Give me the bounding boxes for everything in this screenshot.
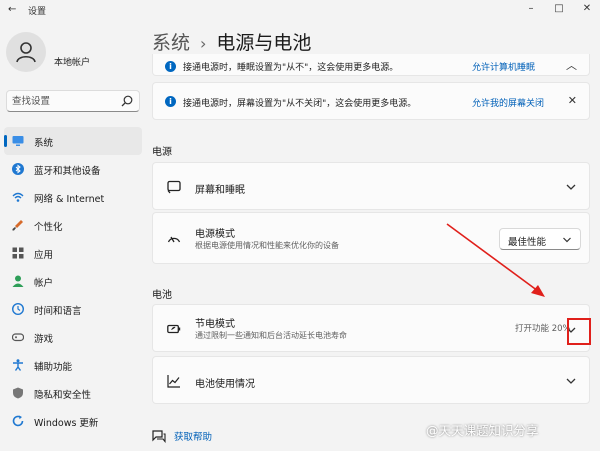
battery-saver-status: 打开功能 20% bbox=[515, 324, 571, 334]
breadcrumb-current: 电源与电池 bbox=[216, 32, 312, 54]
person-icon bbox=[16, 42, 36, 63]
sidebar-item-system[interactable]: 系统 bbox=[4, 127, 142, 155]
allow-sleep-link[interactable]: 允许计算机睡眠 bbox=[472, 60, 535, 73]
chevron-up-icon[interactable]: ︿ bbox=[566, 57, 577, 73]
search-input[interactable] bbox=[12, 94, 117, 108]
notice-text: 接通电源时，屏幕设置为"从不关闭"，这会使用更多电源。 bbox=[183, 99, 417, 109]
notice-screen: i 接通电源时，屏幕设置为"从不关闭"，这会使用更多电源。 允许我的屏幕关闭 ✕ bbox=[152, 82, 590, 120]
info-icon: i bbox=[165, 61, 176, 72]
close-icon[interactable]: ✕ bbox=[568, 94, 577, 107]
bluetooth-icon bbox=[12, 163, 24, 175]
maximize-icon[interactable]: □ bbox=[552, 2, 566, 16]
chevron-down-icon[interactable] bbox=[565, 375, 577, 387]
sidebar-item-label: 系统 bbox=[34, 138, 54, 149]
brush-icon bbox=[12, 220, 23, 231]
row-title: 节电模式 bbox=[195, 319, 235, 330]
nav-list: 系统 蓝牙和其他设备 网络 & Internet 个性化 应用 帐户 时间和语言… bbox=[4, 127, 142, 435]
close-window-icon[interactable]: ✕ bbox=[580, 2, 594, 16]
breadcrumb-separator: › bbox=[200, 34, 207, 53]
battery-usage-row[interactable]: 电池使用情况 bbox=[152, 356, 590, 404]
sidebar-item-label: 应用 bbox=[34, 250, 54, 261]
row-title: 电池使用情况 bbox=[195, 379, 255, 390]
accessibility-icon bbox=[13, 359, 23, 371]
notice-sleep: i 接通电源时，睡眠设置为"从不"，这会使用更多电源。 允许计算机睡眠 ︿ bbox=[152, 54, 590, 76]
wifi-icon bbox=[12, 192, 24, 202]
chevron-down-icon bbox=[563, 237, 571, 243]
sidebar-item-gaming[interactable]: 游戏 bbox=[4, 323, 142, 351]
sidebar-item-label: 蓝牙和其他设备 bbox=[34, 166, 101, 177]
power-mode-dropdown[interactable]: 最佳性能 bbox=[499, 228, 581, 250]
chevron-down-icon[interactable] bbox=[565, 181, 577, 193]
battery-saver-icon bbox=[167, 324, 181, 334]
sidebar-item-label: Windows 更新 bbox=[34, 418, 99, 429]
highlight-annotation bbox=[567, 318, 591, 345]
person-icon bbox=[12, 275, 24, 287]
sidebar-item-label: 帐户 bbox=[34, 278, 54, 289]
sidebar-item-label: 个性化 bbox=[34, 222, 63, 233]
usage-chart-icon bbox=[167, 375, 180, 388]
main-content: 系统 › 电源与电池 i 接通电源时，睡眠设置为"从不"，这会使用更多电源。 允许计… bbox=[146, 20, 600, 451]
page-title: 系统 › 电源与电池 bbox=[152, 28, 311, 55]
update-icon bbox=[12, 415, 24, 427]
sidebar: 本地帐户 系统 蓝牙和其他设备 网络 & Internet bbox=[0, 20, 146, 451]
account-name: 本地帐户 bbox=[54, 58, 91, 68]
minimize-icon[interactable]: – bbox=[524, 2, 538, 16]
search-box[interactable] bbox=[6, 90, 140, 112]
sidebar-item-label: 网络 & Internet bbox=[34, 194, 105, 205]
sidebar-item-accessibility[interactable]: 辅助功能 bbox=[4, 351, 142, 379]
search-icon[interactable] bbox=[121, 95, 133, 107]
row-title: 屏幕和睡眠 bbox=[195, 185, 245, 196]
sidebar-item-windows-update[interactable]: Windows 更新 bbox=[4, 407, 142, 435]
back-arrow-icon[interactable]: ← bbox=[8, 4, 16, 15]
info-icon: i bbox=[165, 96, 176, 107]
sidebar-item-label: 游戏 bbox=[34, 334, 54, 345]
sidebar-item-accounts[interactable]: 帐户 bbox=[4, 267, 142, 295]
sidebar-item-privacy[interactable]: 隐私和安全性 bbox=[4, 379, 142, 407]
apps-icon bbox=[12, 247, 24, 259]
power-mode-row: 电源模式 根据电源使用情况和性能来优化你的设备 最佳性能 bbox=[152, 212, 590, 264]
sidebar-item-personalization[interactable]: 个性化 bbox=[4, 211, 142, 239]
row-title: 电源模式 bbox=[195, 229, 235, 240]
row-subtitle: 根据电源使用情况和性能来优化你的设备 bbox=[195, 241, 339, 250]
sidebar-item-label: 隐私和安全性 bbox=[34, 390, 92, 401]
help-chat-icon bbox=[152, 430, 166, 443]
screen-sleep-icon bbox=[167, 180, 181, 194]
allow-screen-off-link[interactable]: 允许我的屏幕关闭 bbox=[472, 96, 544, 109]
globe-clock-icon bbox=[12, 303, 24, 315]
sidebar-item-label: 辅助功能 bbox=[34, 362, 73, 373]
title-bar: ← 设置 – □ ✕ bbox=[0, 0, 600, 20]
sidebar-item-label: 时间和语言 bbox=[34, 306, 82, 317]
battery-saver-row[interactable]: 节电模式 通过限制一些通知和后台活动延长电池寿命 打开功能 20% bbox=[152, 304, 591, 352]
dropdown-value: 最佳性能 bbox=[508, 237, 547, 248]
row-subtitle: 通过限制一些通知和后台活动延长电池寿命 bbox=[195, 331, 347, 340]
shield-icon bbox=[13, 387, 23, 399]
section-power: 电源 bbox=[152, 147, 172, 158]
sidebar-item-network[interactable]: 网络 & Internet bbox=[4, 183, 142, 211]
screen-sleep-row[interactable]: 屏幕和睡眠 bbox=[152, 162, 590, 210]
app-title: 设置 bbox=[28, 7, 47, 17]
sidebar-item-apps[interactable]: 应用 bbox=[4, 239, 142, 267]
gamepad-icon bbox=[12, 333, 24, 342]
watermark: @天天课题知识分享 bbox=[426, 423, 539, 438]
sidebar-item-bluetooth[interactable]: 蓝牙和其他设备 bbox=[4, 155, 142, 183]
monitor-icon bbox=[12, 136, 24, 146]
notice-text: 接通电源时，睡眠设置为"从不"，这会使用更多电源。 bbox=[183, 63, 399, 73]
avatar[interactable] bbox=[6, 32, 46, 72]
breadcrumb-parent[interactable]: 系统 bbox=[152, 32, 190, 54]
sidebar-item-time-language[interactable]: 时间和语言 bbox=[4, 295, 142, 323]
section-battery: 电池 bbox=[152, 290, 172, 301]
get-help-link[interactable]: 获取帮助 bbox=[174, 429, 212, 443]
power-mode-icon bbox=[167, 236, 181, 243]
